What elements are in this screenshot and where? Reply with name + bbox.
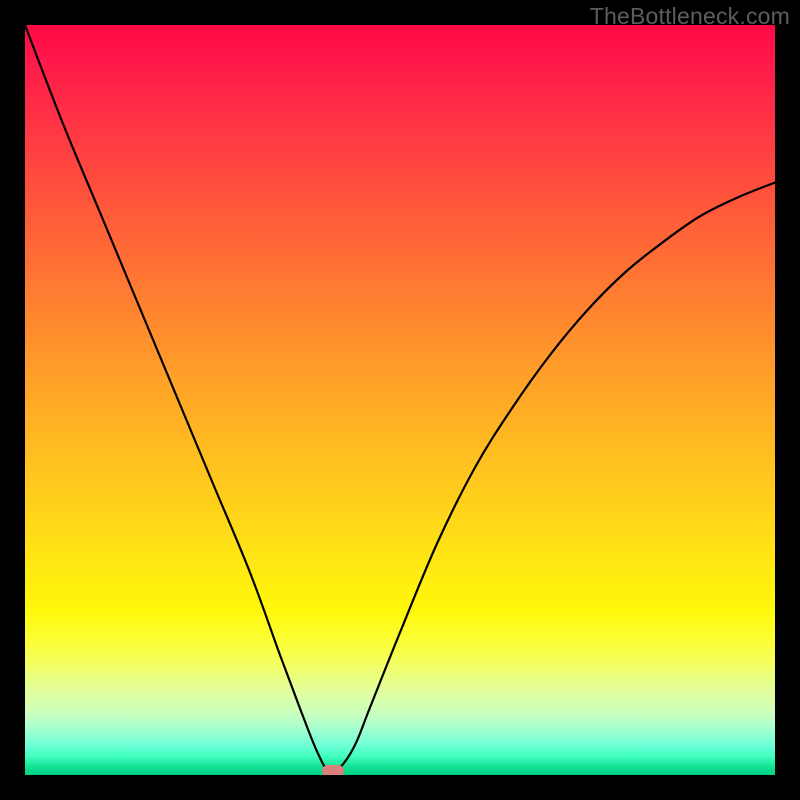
curve-layer	[25, 25, 775, 775]
optimum-marker	[322, 765, 344, 775]
plot-area	[25, 25, 775, 775]
bottleneck-curve	[25, 25, 775, 773]
chart-frame: TheBottleneck.com	[0, 0, 800, 800]
watermark-label: TheBottleneck.com	[590, 3, 790, 30]
